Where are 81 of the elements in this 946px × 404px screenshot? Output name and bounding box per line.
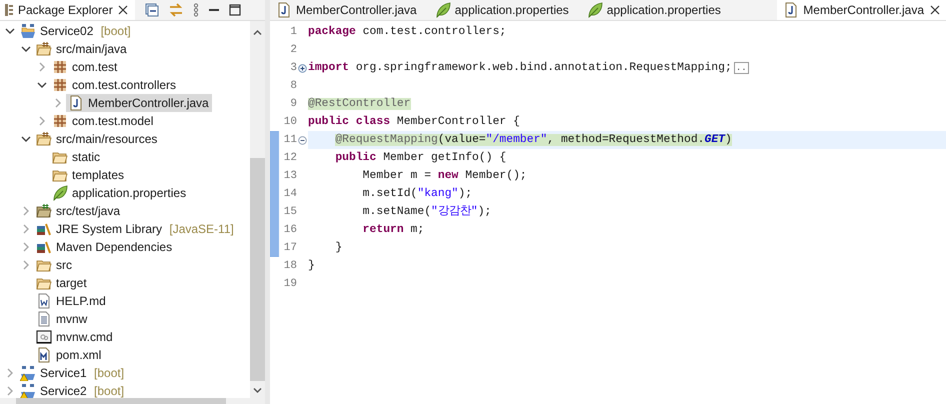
tree-item[interactable]: pom.xml bbox=[34, 346, 104, 364]
tree-item[interactable]: com.test bbox=[50, 58, 120, 76]
code-line: m.setName("강감찬"); bbox=[362, 204, 492, 220]
code-line: Member m = new Member(); bbox=[362, 168, 528, 184]
tree-item[interactable]: src/main/resources bbox=[34, 130, 160, 148]
document-icon bbox=[36, 293, 52, 309]
line-number: 15 bbox=[282, 205, 297, 220]
leaf-icon bbox=[586, 2, 603, 18]
line-number: 11 bbox=[282, 133, 297, 148]
tree-item[interactable]: com.test.controllers bbox=[50, 76, 180, 94]
source-folder-icon bbox=[36, 41, 52, 57]
tree-item[interactable]: templates bbox=[50, 166, 128, 184]
line-number: 10 bbox=[282, 115, 297, 130]
text-file-icon bbox=[36, 311, 52, 327]
tree-item[interactable]: JRE System Library [JavaSE-11] bbox=[34, 220, 237, 238]
source-folder-icon bbox=[36, 203, 52, 219]
code-line: import org.springframework.web.bind.annotation.RequestMapping; .. bbox=[308, 60, 750, 76]
tree-item[interactable]: src/main/java bbox=[34, 40, 130, 58]
line-number: 1 bbox=[289, 25, 297, 40]
scrollbar[interactable] bbox=[250, 21, 265, 398]
tree-item[interactable]: target bbox=[34, 274, 90, 292]
tree-item[interactable]: com.test.model bbox=[50, 112, 156, 130]
tree-item[interactable]: static bbox=[50, 148, 104, 166]
code-line: } bbox=[334, 240, 344, 256]
java-file-icon bbox=[68, 95, 84, 111]
tree-item[interactable]: Service1 [boot] bbox=[18, 364, 128, 382]
line-number: 13 bbox=[282, 169, 297, 184]
code-line: public class MemberController { bbox=[308, 114, 521, 130]
project-icon bbox=[20, 23, 36, 39]
line-number: 8 bbox=[289, 79, 297, 94]
code-line: } bbox=[308, 258, 316, 274]
leaf-icon bbox=[52, 185, 68, 201]
scroll-down-icon[interactable] bbox=[253, 387, 262, 394]
package-icon bbox=[52, 77, 68, 93]
tree-item[interactable]: mvnw bbox=[34, 310, 90, 328]
code-line: return m; bbox=[362, 223, 426, 238]
gears-icon bbox=[36, 329, 52, 345]
line-number: 2 bbox=[289, 43, 297, 58]
expand-fold-icon[interactable] bbox=[298, 64, 306, 72]
editor-tab[interactable]: MemberController.java bbox=[777, 0, 946, 20]
line-number: 19 bbox=[282, 277, 297, 292]
line-number: 9 bbox=[289, 97, 297, 112]
code-line: public Member getInfo() { bbox=[334, 150, 508, 166]
line-number: 18 bbox=[282, 259, 297, 274]
collapse-all-icon[interactable] bbox=[144, 3, 159, 17]
explorer-tab[interactable]: Package Explorer bbox=[0, 0, 135, 20]
books-icon bbox=[36, 221, 52, 237]
leaf-icon bbox=[434, 2, 451, 18]
editor-tab[interactable]: MemberController.java bbox=[270, 0, 429, 20]
maven-file-icon bbox=[36, 347, 52, 363]
books-icon bbox=[36, 239, 52, 255]
line-number: 16 bbox=[282, 223, 297, 238]
tree-item[interactable]: MemberController.java bbox=[66, 94, 212, 112]
line-number: 14 bbox=[282, 187, 297, 202]
editor-tab[interactable]: application.properties bbox=[428, 0, 581, 20]
tree-item[interactable]: application.properties bbox=[50, 184, 190, 202]
java-file-icon bbox=[783, 2, 800, 18]
scroll-up-icon[interactable] bbox=[253, 29, 262, 36]
project-warning-icon bbox=[20, 365, 36, 381]
close-icon[interactable] bbox=[116, 4, 129, 16]
collapse-fold-icon[interactable] bbox=[298, 136, 306, 144]
horizontal-scrollbar[interactable] bbox=[0, 398, 265, 404]
line-number: 12 bbox=[282, 151, 297, 166]
tree-item[interactable]: src bbox=[34, 256, 75, 274]
view-menu-icon[interactable] bbox=[192, 3, 199, 17]
package-icon bbox=[52, 113, 68, 129]
package-icon bbox=[52, 59, 68, 75]
maximize-icon[interactable] bbox=[228, 4, 241, 16]
code-line: package com.test.controllers; bbox=[308, 24, 508, 40]
editor-tab[interactable]: application.properties bbox=[580, 0, 733, 20]
code-line: m.setId("kang"); bbox=[362, 186, 474, 202]
line-number: 3 bbox=[289, 61, 297, 76]
explorer-icon bbox=[4, 3, 14, 17]
source-folder-icon bbox=[36, 131, 52, 147]
tree-item[interactable]: Service02 [boot] bbox=[18, 22, 134, 40]
tree-item[interactable]: src/test/java bbox=[34, 202, 124, 220]
tree-item[interactable]: Maven Dependencies bbox=[34, 238, 176, 256]
tree-item[interactable]: HELP.md bbox=[34, 292, 109, 310]
tree-item[interactable]: mvnw.cmd bbox=[34, 328, 116, 346]
close-icon[interactable] bbox=[928, 3, 942, 17]
line-number: 17 bbox=[282, 241, 297, 256]
